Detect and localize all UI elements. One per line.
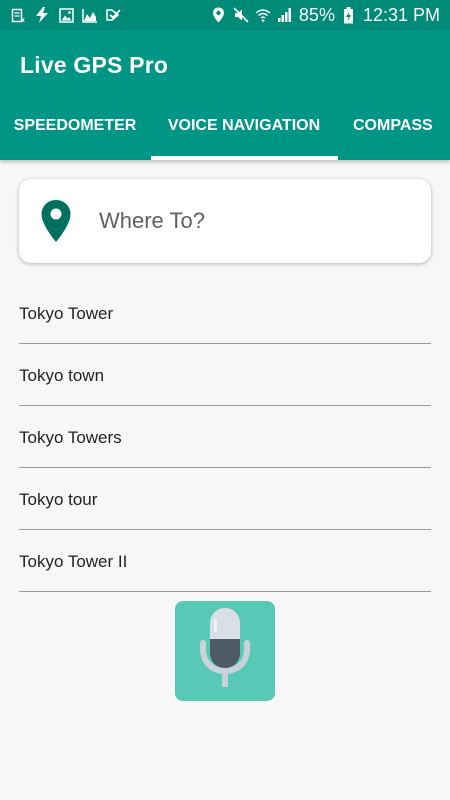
clock: 12:31 PM [362, 5, 440, 25]
voice-input-button[interactable] [175, 601, 275, 701]
status-bar: x 85% 12:31 PM [0, 0, 450, 30]
destination-search-input[interactable] [99, 208, 399, 234]
selected-tab-indicator [151, 156, 338, 160]
signal-icon [277, 7, 293, 23]
suggestion-item[interactable]: Tokyo Tower II [19, 530, 431, 592]
flash-icon [34, 7, 50, 23]
tab-bar: SPEEDOMETER VOICE NAVIGATION COMPASS [0, 96, 450, 160]
wifi-icon [255, 7, 271, 23]
microphone-icon [193, 603, 257, 700]
tab-voice-navigation[interactable]: VOICE NAVIGATION [150, 96, 338, 160]
location-pin-icon [39, 198, 73, 244]
notification-icon: x [10, 7, 26, 23]
status-left-icons: x [10, 7, 122, 23]
status-right-icons: 85% 12:31 PM [211, 6, 440, 24]
suggestion-list: Tokyo Tower Tokyo town Tokyo Towers Toky… [19, 282, 431, 592]
download-icon [106, 7, 122, 23]
suggestion-item[interactable]: Tokyo Towers [19, 406, 431, 468]
location-icon [211, 7, 227, 23]
battery-percent: 85% [298, 5, 335, 25]
app-bar: Live GPS Pro SPEEDOMETER VOICE NAVIGATIO… [0, 30, 450, 160]
tab-speedometer[interactable]: SPEEDOMETER [0, 96, 150, 160]
suggestion-item[interactable]: Tokyo Tower [19, 282, 431, 344]
suggestion-item[interactable]: Tokyo town [19, 344, 431, 406]
tab-compass[interactable]: COMPASS [338, 96, 450, 160]
app-title: Live GPS Pro [20, 52, 169, 78]
suggestion-item[interactable]: Tokyo tour [19, 468, 431, 530]
mute-icon [233, 7, 249, 23]
svg-text:x: x [21, 17, 25, 23]
chart-icon [82, 7, 98, 23]
battery-icon [341, 6, 357, 23]
search-card[interactable] [19, 179, 431, 263]
image-icon [58, 7, 74, 23]
